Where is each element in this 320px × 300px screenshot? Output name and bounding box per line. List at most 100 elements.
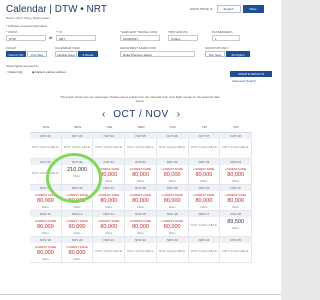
not-available-label: NOT AVAILABLE	[127, 145, 154, 149]
day-date: NOV 25	[220, 237, 251, 243]
update-results-button[interactable]: UPDATE RESULTS	[230, 71, 272, 77]
weekday-tue: TUE	[106, 125, 113, 129]
day-date: NOV 02	[156, 159, 188, 165]
calendar-day-cell[interactable]: NOV 19 LOWEST FARE 80,000 Miles	[30, 237, 62, 263]
fare-unit: Miles	[73, 205, 81, 209]
fare-unit: Miles	[200, 179, 208, 183]
day-date: OCT 28	[220, 133, 251, 139]
calendar-day-cell[interactable]: NOV 22 NOT AVAILABLE	[125, 237, 157, 263]
day-date: NOV 13	[61, 211, 93, 217]
lowest-fare-label: LOWEST FARE	[161, 219, 183, 223]
fare-unit: Miles	[200, 205, 208, 209]
nonstop-button[interactable]: Non Stop	[205, 51, 225, 57]
day-date: NOV 11	[220, 185, 251, 191]
all-flights-button[interactable]: All Flights	[226, 51, 250, 57]
not-available-label: NOT AVAILABLE	[158, 145, 186, 149]
flight-label: FLIGHT	[6, 46, 17, 50]
calendar-day-cell[interactable]: NOV 01 LOWEST FARE 80,000 Miles	[125, 159, 157, 185]
calendar-day-cell[interactable]: NOV 15 LOWEST FARE 80,000 Miles	[125, 211, 157, 237]
day-date: NOV 22	[125, 237, 156, 243]
fare-amount: 80,000	[68, 250, 86, 256]
day-date: OCT 31	[93, 159, 125, 165]
day-date: OCT 27	[188, 133, 220, 139]
delta-only-label: Delta Only	[8, 70, 23, 74]
fare-unit: Miles	[168, 179, 176, 183]
trip-length-select[interactable]: 3 Days	[168, 35, 198, 41]
calendar-day-cell[interactable]: NOV 16 LOWEST FARE 80,000 Miles	[156, 211, 189, 237]
calendar-day-cell[interactable]: NOV 23 NOT AVAILABLE	[156, 237, 189, 263]
calendar-day-cell[interactable]: NOV 14 LOWEST FARE 80,000 Miles	[93, 211, 126, 237]
partner-airlines-radio[interactable]: ◉ Delta & partner airlines	[32, 70, 66, 74]
day-date: NOV 24	[188, 237, 220, 243]
fare-amount: 80,000	[36, 250, 54, 256]
calendar-day-cell[interactable]: OCT 28 NOT AVAILABLE	[220, 133, 252, 159]
fare-amount: 80,000	[195, 198, 213, 204]
passengers-select[interactable]: 1	[212, 35, 240, 41]
calendar-day-cell[interactable]: NOV 18 89,500 Miles	[220, 211, 252, 237]
calendar-day-cell[interactable]: OCT 26 NOT AVAILABLE	[156, 133, 189, 159]
calendar-day-cell[interactable]: NOV 02 LOWEST FARE 80,000 Miles	[156, 159, 189, 185]
nonstop-label: NONSTOP ONLY	[205, 46, 229, 50]
highlight-circle	[46, 153, 102, 203]
lowest-fare-label: LOWEST FARE	[224, 193, 247, 197]
from-label: * FROM	[6, 30, 17, 34]
calendar-day-cell[interactable]: NOV 03 LOWEST FARE 80,000 Miles	[188, 159, 221, 185]
calendar-day-cell[interactable]: NOV 20 LOWEST FARE 80,000 Miles	[61, 237, 94, 263]
day-date: NOV 21	[93, 237, 125, 243]
advanced-search-link[interactable]: Advanced Search	[232, 79, 256, 83]
day-date: NOV 03	[188, 159, 220, 165]
prev-month-arrow[interactable]: ‹	[102, 109, 105, 120]
calendar-day-cell[interactable]: NOV 25 NOT AVAILABLE	[220, 237, 252, 263]
not-available-label: NOT AVAILABLE	[222, 249, 249, 253]
from-input[interactable]: DTW	[6, 35, 46, 41]
calendar-day-cell[interactable]: NOV 21 NOT AVAILABLE	[93, 237, 126, 263]
calendar-page: Calendar | DTW • NRT Detroit, MI to Toky…	[0, 0, 281, 300]
weekday-mon: MON	[74, 125, 82, 129]
calendar-day-cell[interactable]: NOV 10 LOWEST FARE 80,000 Miles	[188, 185, 221, 211]
cabin-select[interactable]: Delta Premium Select	[120, 51, 195, 57]
swap-icon[interactable]: ⇄	[49, 35, 52, 40]
day-date: OCT 23	[61, 133, 93, 139]
lowest-fare-label: LOWEST FARE	[34, 245, 56, 249]
day-date: NOV 17	[188, 211, 220, 217]
date-input[interactable]: 10/30/2017	[120, 35, 160, 41]
calendar-view-label: CALENDAR VIEW	[55, 46, 80, 50]
calendar-day-cell[interactable]: NOV 11 LOWEST FARE 80,000 Miles	[220, 185, 252, 211]
calendar-day-cell[interactable]: OCT 22 NOT AVAILABLE	[30, 133, 62, 159]
not-available-label: NOT AVAILABLE	[95, 145, 123, 149]
delta-only-radio[interactable]: ○ Delta Only	[6, 70, 23, 74]
three-weeks-button[interactable]: 3 Weeks	[78, 51, 98, 57]
lowest-fare-label: LOWEST FARE	[193, 167, 215, 171]
not-available-label: NOT AVAILABLE	[63, 145, 91, 149]
to-label: * TO	[56, 30, 63, 34]
cabin-label: SHOW BEST FARES FOR	[120, 46, 156, 50]
one-way-button[interactable]: One Way	[27, 51, 47, 57]
round-trip-button[interactable]: Round Trip	[6, 51, 26, 57]
fare-unit: Miles	[41, 231, 49, 235]
lowest-fare-label: LOWEST FARE	[66, 245, 88, 249]
fare-amount: 80,000	[36, 198, 54, 204]
calendar-day-cell[interactable]: NOV 24 NOT AVAILABLE	[188, 237, 221, 263]
calendar-day-cell[interactable]: NOV 09 LOWEST FARE 80,000 Miles	[156, 185, 189, 211]
fare-amount: 80,000	[227, 198, 245, 204]
calendar-day-cell[interactable]: NOV 12 LOWEST FARE 80,000 Miles	[30, 211, 62, 237]
not-available-label: NOT AVAILABLE	[190, 223, 218, 227]
miles-button[interactable]: Miles	[242, 5, 264, 13]
flexible-days-button[interactable]: Flexible Days	[55, 51, 77, 57]
english-button[interactable]: English	[216, 5, 241, 13]
lowest-fare-label: LOWEST FARE	[66, 219, 88, 223]
page-title: Calendar | DTW • NRT	[6, 4, 107, 15]
calendar-day-cell[interactable]: NOV 04 LOWEST FARE 80,000 Miles	[220, 159, 252, 185]
next-month-arrow[interactable]: ›	[177, 109, 180, 120]
to-input[interactable]: NRT	[56, 35, 96, 41]
calendar-day-cell[interactable]: OCT 24 NOT AVAILABLE	[93, 133, 126, 159]
calendar-day-cell[interactable]: OCT 25 NOT AVAILABLE	[125, 133, 157, 159]
fare-unit: Miles	[232, 226, 240, 230]
calendar-day-cell[interactable]: OCT 27 NOT AVAILABLE	[188, 133, 221, 159]
weekday-sat: SAT	[233, 125, 239, 129]
partner-airlines-label: Delta & partner airlines	[35, 70, 66, 74]
calendar-day-cell[interactable]: NOV 17 NOT AVAILABLE	[188, 211, 221, 237]
calendar-day-cell[interactable]: NOV 13 LOWEST FARE 80,000 Miles	[61, 211, 94, 237]
calendar-day-cell[interactable]: NOV 08 LOWEST FARE 80,000 Miles	[125, 185, 157, 211]
lowest-fare-label: LOWEST FARE	[161, 193, 183, 197]
